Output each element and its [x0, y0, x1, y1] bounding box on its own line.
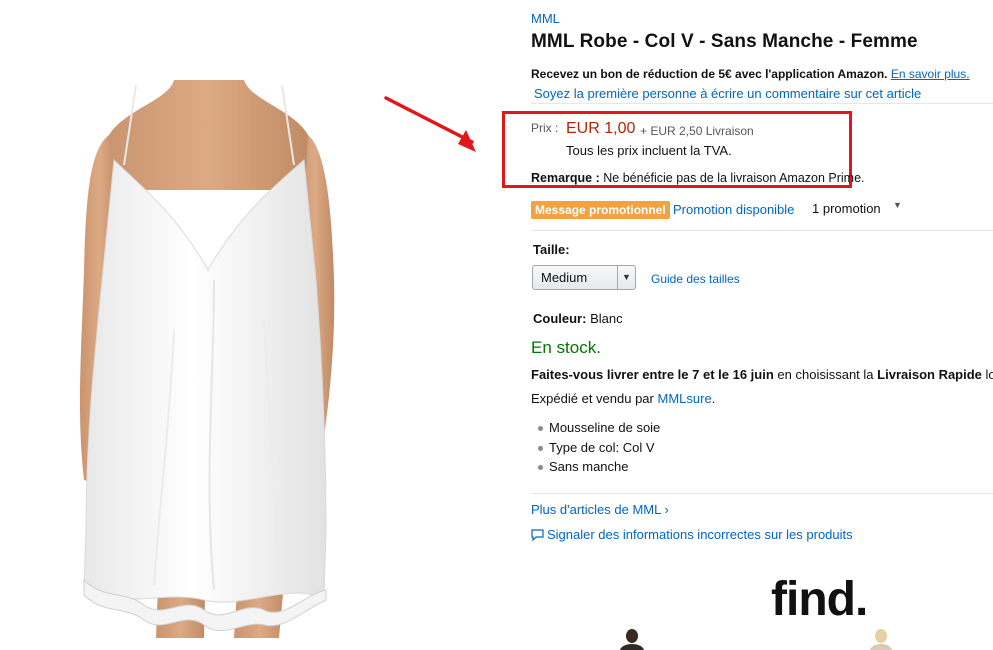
learn-more-link[interactable]: En savoir plus. [891, 67, 970, 81]
divider [531, 493, 993, 494]
delivery-suffix: lo [985, 367, 993, 382]
divider [531, 103, 993, 104]
find-logo[interactable]: find. [771, 572, 868, 627]
remark-label: Remarque : [531, 171, 600, 185]
delivery-line: Faites-vous livrer entre le 7 et le 16 j… [531, 367, 993, 382]
color-label: Couleur: [533, 311, 587, 326]
list-item: Mousseline de soie [538, 420, 660, 440]
promo-badge: Message promotionnel [531, 201, 670, 219]
coupon-text: Recevez un bon de réduction de 5€ avec l… [531, 67, 888, 81]
seller-link[interactable]: MMLsure [658, 391, 712, 406]
coupon-line: Recevez un bon de réduction de 5€ avec l… [531, 67, 970, 81]
size-label: Taille: [533, 242, 570, 257]
annotation-arrow [384, 96, 476, 152]
list-item: Sans manche [538, 459, 660, 479]
product-image[interactable] [64, 80, 352, 638]
delivery-option: Livraison Rapide [877, 367, 982, 382]
report-link-label: Signaler des informations incorrectes su… [547, 527, 853, 542]
stock-status: En stock. [531, 338, 601, 357]
remark-line: Remarque : Ne bénéficie pas de la livrai… [531, 171, 865, 185]
comment-icon [531, 529, 544, 541]
more-articles-link[interactable]: Plus d'articles de MML › [531, 502, 669, 517]
delivery-middle: en choisissant la [777, 367, 874, 382]
promotion-count[interactable]: 1 promotion [812, 201, 881, 216]
promotion-link[interactable]: Promotion disponible [673, 202, 794, 217]
size-guide-link[interactable]: Guide des tailles [651, 272, 740, 286]
ad-model-image[interactable] [612, 628, 652, 650]
list-item: Type de col: Col V [538, 440, 660, 460]
seller-suffix: . [711, 391, 716, 406]
chevron-down-icon[interactable]: ▼ [617, 266, 635, 289]
remark-text: Ne bénéficie pas de la livraison Amazon … [603, 171, 865, 185]
seller-prefix: Expédié et vendu par [531, 391, 654, 406]
delivery-dates: Faites-vous livrer entre le 7 et le 16 j… [531, 367, 774, 382]
size-select-value: Medium [541, 270, 588, 285]
seller-line: Expédié et vendu par MMLsure. [531, 391, 715, 406]
write-review-link[interactable]: Soyez la première personne à écrire un c… [534, 86, 921, 101]
divider [531, 230, 993, 231]
color-line: Couleur: Blanc [533, 311, 623, 326]
size-select[interactable]: Medium ▼ [532, 265, 636, 290]
brand-link[interactable]: MML [531, 11, 560, 26]
caret-down-icon[interactable]: ▼ [893, 200, 902, 210]
report-info-link[interactable]: Signaler des informations incorrectes su… [531, 527, 853, 542]
color-value: Blanc [590, 311, 623, 326]
product-title: MML Robe - Col V - Sans Manche - Femme [531, 31, 918, 52]
ad-model-image[interactable] [866, 628, 896, 650]
feature-bullets: Mousseline de soie Type de col: Col V Sa… [538, 420, 660, 479]
